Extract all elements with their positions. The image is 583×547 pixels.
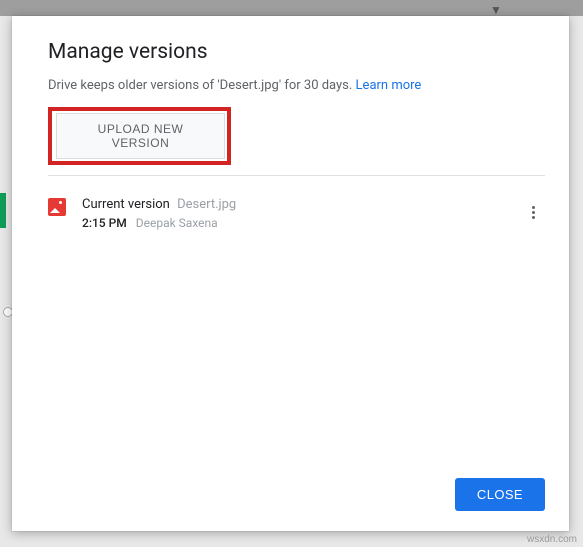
info-text: Drive keeps older versions of 'Desert.jp…	[48, 78, 545, 93]
version-label: Current version	[82, 197, 170, 212]
dialog-footer: Close	[48, 478, 545, 511]
dialog-title: Manage versions	[48, 40, 545, 64]
version-line-2: 2:15 PM Deepak Saxena	[82, 216, 521, 230]
divider	[48, 175, 545, 176]
close-button[interactable]: Close	[455, 478, 545, 511]
upload-new-version-button[interactable]: Upload new version	[56, 113, 225, 159]
dropdown-arrow-icon: ▼	[490, 3, 502, 17]
version-row: Current version Desert.jpg 2:15 PM Deepa…	[48, 188, 545, 238]
watermark: wsxdn.com	[527, 534, 577, 545]
version-time: 2:15 PM	[82, 216, 127, 230]
more-options-button[interactable]	[521, 200, 545, 224]
learn-more-link[interactable]: Learn more	[356, 78, 422, 93]
version-info: Current version Desert.jpg 2:15 PM Deepa…	[82, 196, 521, 230]
version-filename: Desert.jpg	[177, 197, 236, 212]
manage-versions-dialog: Manage versions Drive keeps older versio…	[12, 16, 569, 531]
info-text-content: Drive keeps older versions of 'Desert.jp…	[48, 78, 356, 93]
image-file-icon	[48, 198, 66, 216]
version-author: Deepak Saxena	[136, 216, 218, 230]
more-vert-icon	[532, 206, 535, 209]
version-line-1: Current version Desert.jpg	[82, 196, 521, 214]
highlight-box: Upload new version	[48, 107, 231, 165]
green-accent-bar	[0, 193, 6, 228]
